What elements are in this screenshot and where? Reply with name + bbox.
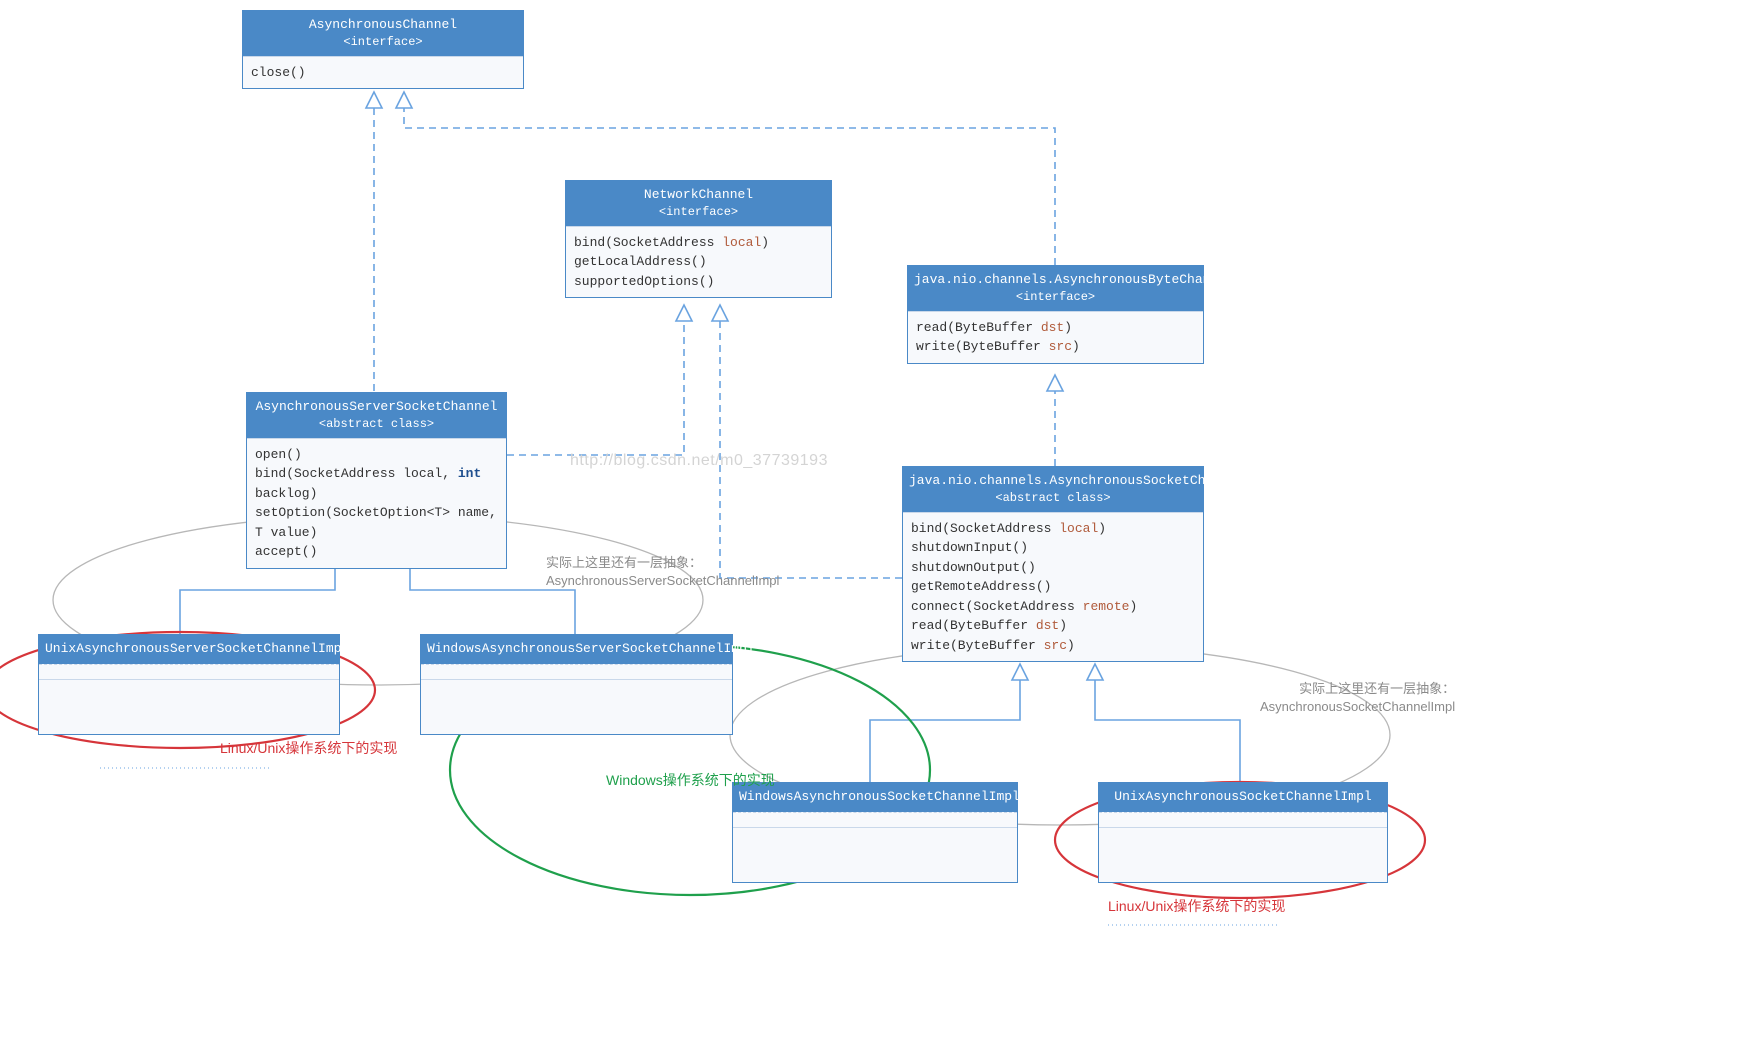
uml-methods: close() [243,56,523,89]
class-stereotype: <abstract class> [253,416,500,432]
edge-unixsock-to-sockchan [1095,680,1240,782]
uml-class-asynchronous-socket-channel: java.nio.channels.AsynchronousSocketChan… [902,466,1204,662]
uml-class-unix-socket-impl: UnixAsynchronousSocketChannelImpl [1098,782,1388,883]
note-socket-impl-layer: 实际上这里还有一层抽象：AsynchronousSocketChannelImp… [1260,680,1455,716]
uml-header: UnixAsynchronousSocketChannelImpl [1099,783,1387,812]
uml-body-empty [39,679,339,734]
class-title: java.nio.channels.AsynchronousByteChanne… [914,272,1234,287]
uml-sep [421,664,732,679]
arrowhead [712,305,728,321]
class-title: AsynchronousServerSocketChannel [256,399,498,414]
class-title: AsynchronousChannel [309,17,457,32]
class-title: UnixAsynchronousSocketChannelImpl [1114,789,1371,804]
uml-sep [733,812,1017,827]
uml-class-asynchronous-server-socket-channel: AsynchronousServerSocketChannel <abstrac… [246,392,507,569]
class-title: WindowsAsynchronousSocketChannelImpl [739,789,1020,804]
arrowhead [1012,664,1028,680]
uml-class-asynchronous-byte-channel: java.nio.channels.AsynchronousByteChanne… [907,265,1204,364]
uml-class-network-channel: NetworkChannel <interface> bind(SocketAd… [565,180,832,298]
uml-class-windows-socket-impl: WindowsAsynchronousSocketChannelImpl [732,782,1018,883]
uml-header: NetworkChannel <interface> [566,181,831,226]
arrowhead [1047,375,1063,391]
class-stereotype: <interface> [914,289,1197,305]
note-linux-unix-server: Linux/Unix操作系统下的实现 [220,738,397,758]
uml-sep [39,664,339,679]
class-stereotype: <abstract class> [909,490,1197,506]
watermark-text: http://blog.csdn.net/m0_37739193 [570,452,828,470]
class-stereotype: <interface> [572,204,825,220]
uml-methods: bind(SocketAddress local)getLocalAddress… [566,226,831,298]
uml-header: AsynchronousChannel <interface> [243,11,523,56]
uml-header: WindowsAsynchronousSocketChannelImpl [733,783,1017,812]
uml-methods: open()bind(SocketAddress local, int back… [247,438,506,568]
class-title: UnixAsynchronousServerSocketChannelImpl [45,641,349,656]
arrowhead [396,92,412,108]
uml-methods: bind(SocketAddress local)shutdownInput()… [903,512,1203,662]
edge-winsock-to-sockchan [870,680,1020,782]
uml-sep [1099,812,1387,827]
uml-body-empty [733,827,1017,882]
note-linux-unix-socket: Linux/Unix操作系统下的实现 [1108,896,1285,916]
uml-class-windows-server-impl: WindowsAsynchronousServerSocketChannelIm… [420,634,733,735]
uml-body-empty [421,679,732,734]
class-stereotype: <interface> [249,34,517,50]
uml-header: AsynchronousServerSocketChannel <abstrac… [247,393,506,438]
arrowhead [676,305,692,321]
method: close() [251,65,306,80]
uml-class-unix-server-impl: UnixAsynchronousServerSocketChannelImpl [38,634,340,735]
uml-body-empty [1099,827,1387,882]
uml-header: java.nio.channels.AsynchronousSocketChan… [903,467,1203,512]
edge-sockchan-to-netchan [720,321,902,578]
note-windows: Windows操作系统下的实现 [606,770,775,790]
class-title: WindowsAsynchronousServerSocketChannelIm… [427,641,755,656]
class-title: NetworkChannel [644,187,753,202]
uml-class-asynchronous-channel: AsynchronousChannel <interface> close() [242,10,524,89]
uml-header: UnixAsynchronousServerSocketChannelImpl [39,635,339,664]
class-title: java.nio.channels.AsynchronousSocketChan… [909,473,1244,488]
edge-serverchan-to-netchan [507,321,684,455]
uml-canvas: AsynchronousChannel <interface> close() … [0,0,1756,1040]
arrowhead [366,92,382,108]
note-server-impl-layer: 实际上这里还有一层抽象：AsynchronousServerSocketChan… [546,554,779,590]
uml-header: java.nio.channels.AsynchronousByteChanne… [908,266,1203,311]
uml-methods: read(ByteBuffer dst)write(ByteBuffer src… [908,311,1203,363]
arrowhead [1087,664,1103,680]
uml-header: WindowsAsynchronousServerSocketChannelIm… [421,635,732,664]
